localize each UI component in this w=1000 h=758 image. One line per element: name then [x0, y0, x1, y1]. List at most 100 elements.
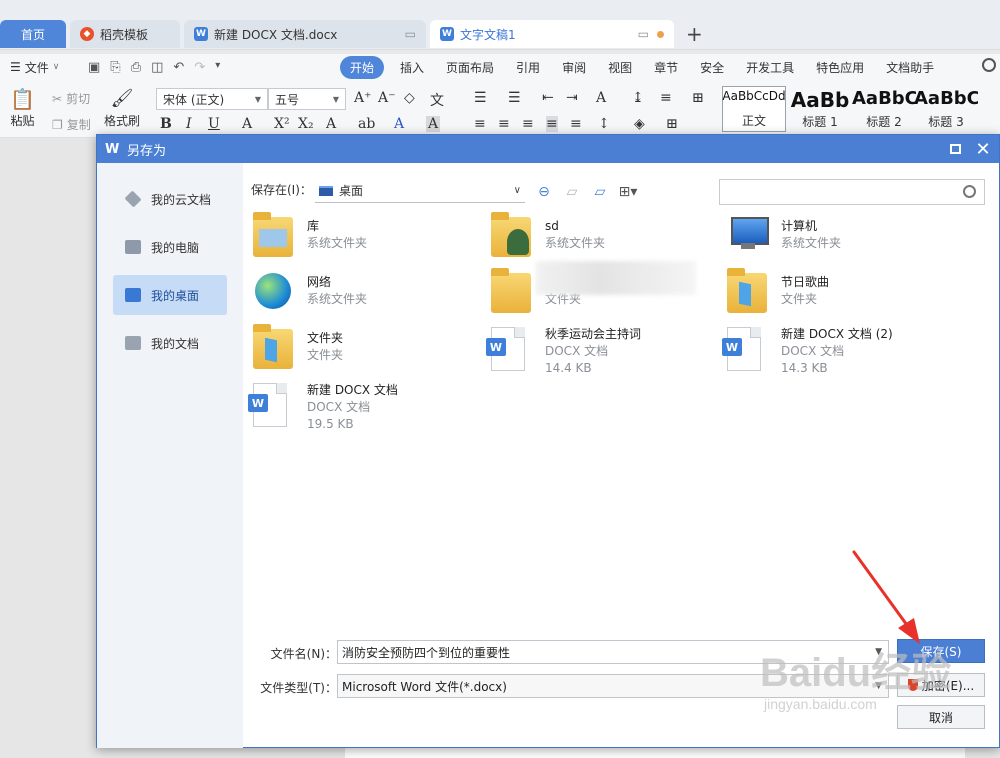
library-folder-icon [253, 212, 293, 257]
style-label: 正文 [741, 114, 766, 128]
style-heading-1[interactable]: AaBb 标题 1 [788, 86, 852, 132]
tab-daoke-templates[interactable]: ◆ 稻壳模板 [70, 20, 180, 48]
shading-icon[interactable]: ◈ [634, 116, 645, 132]
file-item-autumn-sports[interactable]: W 秋季运动会主持词 DOCX 文档 14.4 KB [486, 327, 721, 387]
font-size-select[interactable]: 五号 ▼ [268, 88, 346, 110]
tab-new-docx[interactable]: W 新建 DOCX 文档.docx ▭ [184, 20, 426, 48]
format-painter-button[interactable]: 🖌 格式刷 [104, 88, 140, 129]
bold-icon[interactable]: B [160, 116, 172, 132]
file-item-holiday-songs[interactable]: 节日歌曲 文件夹 [727, 268, 957, 323]
show-marks-icon[interactable]: ⊞ [692, 90, 704, 106]
line-spacing-icon[interactable]: ≡ [660, 90, 672, 106]
file-item-network[interactable]: 网络 系统文件夹 [253, 271, 483, 323]
menu-insert[interactable]: 插入 [400, 59, 424, 76]
print-preview-icon[interactable]: ◫ [151, 60, 163, 75]
style-heading-3[interactable]: AaBbCc 标题 3 [914, 86, 978, 132]
search-icon[interactable] [963, 185, 976, 198]
font-name-select[interactable]: 宋体 (正文) ▼ [156, 88, 268, 110]
copy-button[interactable]: ❐ 复制 [52, 116, 91, 133]
save-in-select[interactable]: 桌面 ∨ [315, 179, 525, 203]
filename-input[interactable]: 消防安全预防四个到位的重要性 ▼ [337, 640, 889, 664]
sidebar-item-my-computer[interactable]: 我的电脑 [113, 227, 227, 267]
sidebar-item-my-documents[interactable]: 我的文档 [113, 323, 227, 363]
menu-start[interactable]: 开始 [340, 55, 385, 79]
save-button[interactable]: 保存(S) [897, 639, 985, 663]
numbering-icon[interactable]: ☰ [508, 90, 521, 106]
file-item-sd[interactable]: sd 系统文件夹 [491, 212, 721, 267]
menu-special[interactable]: 特色应用 [816, 59, 864, 76]
clear-format-icon[interactable]: ◇ [404, 90, 415, 106]
brush-icon: 🖌 [110, 88, 134, 109]
monitor-icon[interactable]: ▭ [405, 27, 416, 41]
sidebar-item-cloud-docs[interactable]: 我的云文档 [113, 179, 227, 219]
close-icon[interactable]: ✕ [973, 139, 993, 160]
redo-icon[interactable]: ↷ [194, 60, 205, 75]
new-folder-icon[interactable]: ▱ [591, 183, 609, 201]
chinese-layout-icon[interactable]: ↨ [632, 90, 644, 106]
justify-icon[interactable]: ≡ [546, 116, 558, 132]
tab-home[interactable]: 首页 [0, 20, 66, 48]
grow-font-icon[interactable]: A⁺ [354, 90, 372, 106]
encrypt-button[interactable]: 加密(E)... [897, 673, 985, 697]
font-color-icon[interactable]: A [394, 116, 404, 132]
subscript-icon[interactable]: X₂ [298, 116, 314, 132]
style-normal[interactable]: AaBbCcDd 正文 [722, 86, 786, 132]
highlight-icon[interactable]: ab [358, 116, 375, 132]
distributed-icon[interactable]: ≡ [570, 116, 582, 132]
file-item-new-docx[interactable]: W 新建 DOCX 文档 DOCX 文档 19.5 KB [248, 383, 483, 443]
tab-document-1[interactable]: W 文字文稿1 ▭ [430, 20, 674, 48]
menu-references[interactable]: 引用 [516, 59, 540, 76]
back-icon[interactable]: ⊖ [535, 183, 553, 201]
filetype-select[interactable]: Microsoft Word 文件(*.docx) ▼ [337, 674, 889, 698]
file-menu[interactable]: ☰ 文件 ∨ [0, 59, 80, 76]
view-mode-icon[interactable]: ⊞▾ [619, 183, 638, 201]
align-right-icon[interactable]: ≡ [522, 116, 534, 132]
align-center-icon[interactable]: ≡ [498, 116, 510, 132]
file-item-computer[interactable]: 计算机 系统文件夹 [727, 215, 957, 267]
file-item-library[interactable]: 库系统文件夹 [253, 212, 483, 267]
bullets-icon[interactable]: ☰ [474, 90, 487, 106]
customize-chevron-icon[interactable]: ▾ [215, 60, 220, 75]
menu-chapter[interactable]: 章节 [654, 59, 678, 76]
superscript-icon[interactable]: X² [274, 116, 290, 132]
save-icon[interactable]: ▣ [88, 60, 100, 75]
paragraph-spacing-icon[interactable]: ↕ [598, 116, 610, 132]
file-item-new-docx-2[interactable]: W 新建 DOCX 文档 (2) DOCX 文档 14.3 KB [722, 327, 957, 387]
dialog-search-input[interactable] [719, 179, 985, 205]
decrease-indent-icon[interactable]: ⇤ [542, 90, 554, 106]
menu-doc-assistant[interactable]: 文档助手 [886, 59, 934, 76]
menu-page-layout[interactable]: 页面布局 [446, 59, 494, 76]
menu-security[interactable]: 安全 [700, 59, 724, 76]
up-folder-icon[interactable]: ▱ [563, 183, 581, 201]
file-item-folder[interactable]: 文件夹 文件夹 [253, 324, 483, 379]
text-effect-icon[interactable]: A [326, 116, 336, 132]
shrink-font-icon[interactable]: A⁻ [378, 90, 396, 106]
increase-indent-icon[interactable]: ⇥ [566, 90, 578, 106]
new-tab-plus-icon[interactable]: + [686, 22, 703, 46]
chevron-down-icon[interactable]: ▼ [875, 647, 882, 657]
file-name: 秋季运动会主持词 [545, 327, 642, 341]
underline-icon[interactable]: U [208, 116, 220, 132]
cancel-button[interactable]: 取消 [897, 705, 985, 729]
cloud-cube-icon [124, 190, 142, 208]
change-case-icon[interactable]: A [596, 90, 606, 106]
italic-icon[interactable]: I [186, 116, 192, 132]
strikethrough-icon[interactable]: A [242, 116, 252, 132]
print-icon[interactable]: ⎙ [131, 60, 141, 75]
menu-developer[interactable]: 开发工具 [746, 59, 794, 76]
phonetic-icon[interactable]: 文 [430, 90, 444, 110]
monitor-icon[interactable]: ▭ [638, 27, 649, 41]
char-shading-icon[interactable]: A [426, 116, 441, 132]
borders-icon[interactable]: ⊞ [666, 116, 678, 132]
align-left-icon[interactable]: ≡ [474, 116, 486, 132]
sidebar-item-my-desktop[interactable]: 我的桌面 [113, 275, 227, 315]
maximize-icon[interactable] [945, 139, 965, 159]
menu-review[interactable]: 审阅 [562, 59, 586, 76]
undo-icon[interactable]: ↶ [173, 60, 184, 75]
search-icon[interactable] [982, 58, 996, 72]
export-pdf-icon[interactable]: ⎘ [110, 60, 120, 75]
menu-view[interactable]: 视图 [608, 59, 632, 76]
paste-button[interactable]: 📋 粘贴 [10, 88, 35, 129]
cut-button[interactable]: ✂ 剪切 [52, 90, 90, 107]
style-heading-2[interactable]: AaBbC 标题 2 [852, 86, 916, 132]
